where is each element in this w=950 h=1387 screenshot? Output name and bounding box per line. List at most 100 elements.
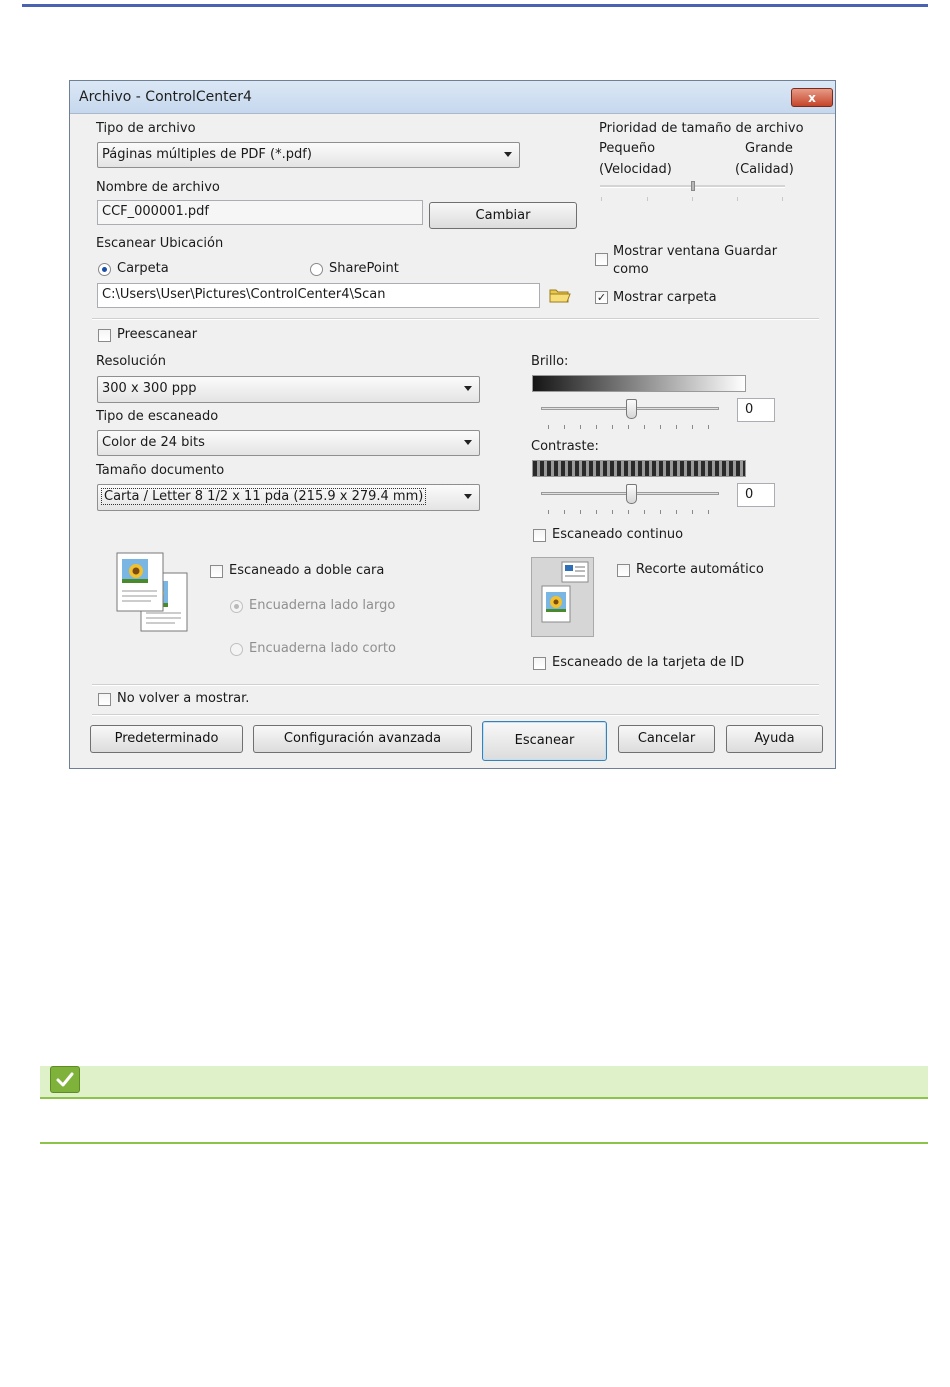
id-card-scan-label: Escaneado de la tarjeta de ID [552, 655, 745, 670]
slider-tick [660, 510, 661, 514]
show-folder-label: Mostrar carpeta [613, 290, 717, 305]
contrast-label: Contraste: [531, 439, 599, 454]
scan-path-field[interactable]: C:\Users\User\Pictures\ControlCenter4\Sc… [97, 283, 540, 308]
page-top-rule [22, 4, 928, 7]
document-size-select[interactable]: Carta / Letter 8 1/2 x 11 pda (215.9 x 2… [97, 484, 480, 511]
slider-tick [548, 425, 549, 429]
folder-option-label: Carpeta [117, 261, 169, 276]
short-edge-radio[interactable] [230, 643, 243, 656]
help-button[interactable]: Ayuda [726, 725, 823, 753]
slider-tick [628, 510, 629, 514]
prescan-checkbox[interactable] [98, 329, 111, 342]
resolution-select[interactable]: 300 x 300 ppp [97, 376, 480, 403]
slider-tick [548, 510, 549, 514]
slider-tick [644, 425, 645, 429]
file-name-label: Nombre de archivo [96, 180, 220, 195]
checkmark-icon [50, 1066, 80, 1093]
resolution-label: Resolución [96, 354, 166, 369]
size-small-label: Pequeño [599, 141, 656, 156]
file-name-field[interactable]: CCF_000001.pdf [97, 200, 423, 225]
document-size-value: Carta / Letter 8 1/2 x 11 pda (215.9 x 2… [100, 488, 427, 505]
note-bar-underline [40, 1097, 928, 1099]
slider-tick [708, 425, 709, 429]
auto-crop-checkbox[interactable] [617, 564, 630, 577]
divider [92, 318, 819, 320]
slider-tick [580, 510, 581, 514]
advanced-settings-button[interactable]: Configuración avanzada [253, 725, 472, 753]
dont-show-again-label: No volver a mostrar. [117, 691, 250, 706]
duplex-checkbox[interactable] [210, 565, 223, 578]
slider-tick [676, 510, 677, 514]
sharepoint-radio[interactable] [310, 263, 323, 276]
slider-tick [692, 197, 693, 201]
size-large-label: Grande [745, 141, 793, 156]
auto-crop-label: Recorte automático [636, 562, 764, 577]
slider-tick [644, 510, 645, 514]
slider-tick [564, 425, 565, 429]
contrast-slider-thumb[interactable] [626, 484, 637, 504]
chevron-down-icon [464, 440, 472, 445]
auto-crop-icon [531, 557, 594, 637]
continuous-scan-checkbox[interactable] [533, 529, 546, 542]
continuous-scan-label: Escaneado continuo [552, 527, 684, 542]
file-type-value: Páginas múltiples de PDF (*.pdf) [102, 147, 312, 162]
scan-location-label: Escanear Ubicación [96, 236, 224, 251]
contrast-pattern [532, 460, 746, 477]
document-size-label: Tamaño documento [96, 463, 225, 478]
short-edge-label: Encuaderna lado corto [249, 641, 396, 656]
file-type-select[interactable]: Páginas múltiples de PDF (*.pdf) [97, 142, 520, 168]
show-save-as-label-line1: Mostrar ventana Guardar [613, 244, 778, 259]
slider-tick [580, 425, 581, 429]
slider-tick [782, 197, 783, 201]
show-folder-checkbox[interactable]: ✓ [595, 291, 608, 304]
speed-label: (Velocidad) [599, 162, 672, 177]
prescan-label: Preescanear [117, 327, 198, 342]
dont-show-again-checkbox[interactable] [98, 693, 111, 706]
scan-type-select[interactable]: Color de 24 bits [97, 430, 480, 456]
slider-tick [612, 425, 613, 429]
folder-radio[interactable] [98, 263, 111, 276]
file-size-priority-label: Prioridad de tamaño de archivo [599, 121, 804, 136]
scan-settings-dialog: Archivo - ControlCenter4 x Tipo de archi… [69, 80, 836, 769]
slider-tick [596, 510, 597, 514]
file-type-label: Tipo de archivo [96, 121, 196, 136]
slider-tick [596, 425, 597, 429]
slider-tick [564, 510, 565, 514]
sharepoint-option-label: SharePoint [329, 261, 399, 276]
folder-icon[interactable] [548, 285, 572, 305]
file-size-slider-thumb[interactable] [691, 181, 695, 191]
note-bar [40, 1066, 928, 1097]
resolution-value: 300 x 300 ppp [102, 381, 197, 396]
brightness-gradient [532, 375, 746, 392]
brightness-value-field[interactable]: 0 [737, 398, 775, 422]
brightness-label: Brillo: [531, 354, 569, 369]
chevron-down-icon [464, 386, 472, 391]
title-bar: Archivo - ControlCenter4 x [70, 81, 835, 114]
duplex-pages-icon [115, 551, 195, 635]
id-card-scan-checkbox[interactable] [533, 657, 546, 670]
quality-label: (Calidad) [735, 162, 794, 177]
show-save-as-label-line2: como [613, 262, 649, 277]
divider [92, 684, 819, 686]
chevron-down-icon [504, 152, 512, 157]
note-bottom-rule [40, 1142, 928, 1144]
show-save-as-checkbox[interactable] [595, 253, 608, 266]
scan-type-value: Color de 24 bits [102, 435, 205, 450]
slider-tick [692, 425, 693, 429]
slider-tick [708, 510, 709, 514]
contrast-value-field[interactable]: 0 [737, 483, 775, 507]
slider-tick [737, 197, 738, 201]
divider [92, 714, 819, 716]
cancel-button[interactable]: Cancelar [618, 725, 715, 753]
change-button[interactable]: Cambiar [429, 202, 577, 229]
scan-button[interactable]: Escanear [482, 721, 607, 761]
brightness-slider-thumb[interactable] [626, 399, 637, 419]
slider-tick [676, 425, 677, 429]
close-button[interactable]: x [791, 88, 833, 107]
default-button[interactable]: Predeterminado [90, 725, 243, 753]
slider-tick [647, 197, 648, 201]
long-edge-label: Encuaderna lado largo [249, 598, 396, 613]
long-edge-radio[interactable] [230, 600, 243, 613]
slider-tick [692, 510, 693, 514]
scan-type-label: Tipo de escaneado [96, 409, 219, 424]
